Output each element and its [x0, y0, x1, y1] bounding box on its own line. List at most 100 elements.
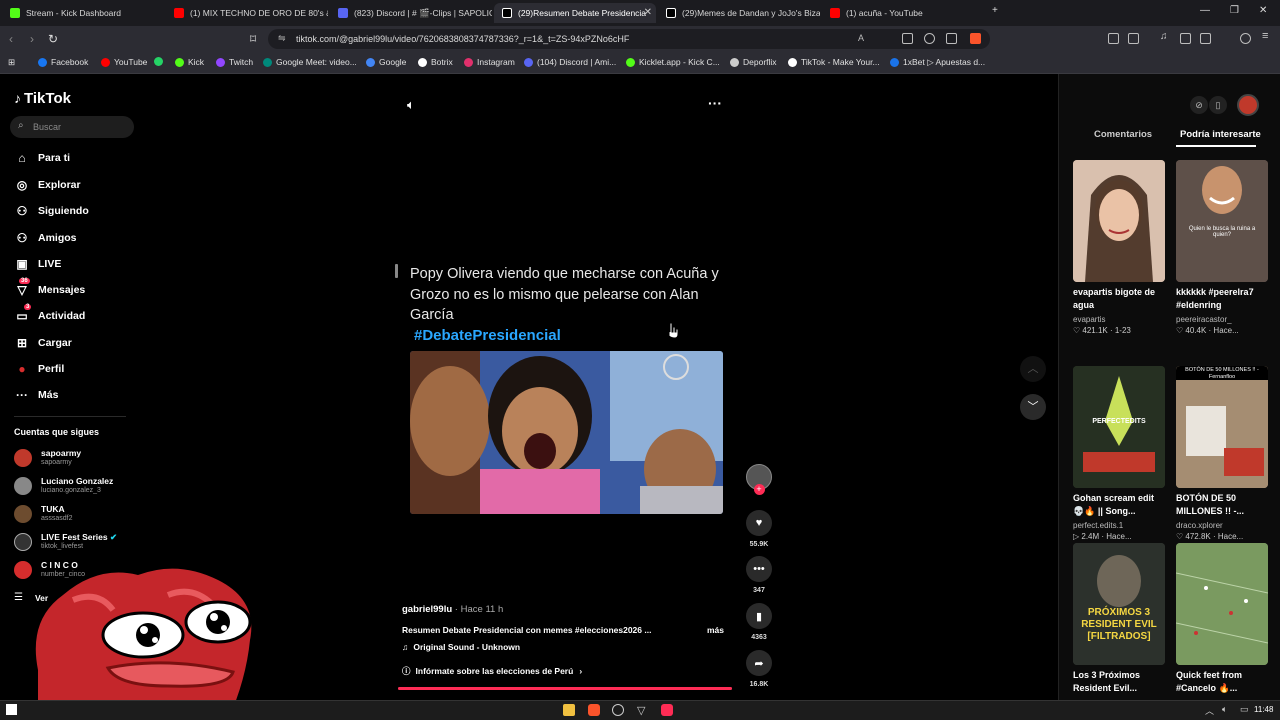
- share-arrow-icon[interactable]: ➦: [746, 650, 772, 676]
- follow-plus-icon[interactable]: +: [753, 484, 765, 495]
- suggested-video-card[interactable]: PRÓXIMOS 3 RESIDENT EVIL [FILTRADOS] Los…: [1073, 543, 1165, 695]
- nav-live[interactable]: ▣ LIVE: [14, 257, 61, 271]
- tab-tiktok-memes[interactable]: (29)Memes de Dandan y JoJo's Bizar: [658, 3, 820, 23]
- nav-para-ti[interactable]: ⌂ Para ti: [14, 151, 70, 165]
- reader-icon[interactable]: [1200, 33, 1211, 44]
- clock[interactable]: 11:48: [1254, 705, 1273, 714]
- tab-youtube-acuna[interactable]: (1) acuña - YouTube: [822, 3, 984, 23]
- compass-icon[interactable]: ⊘: [1190, 96, 1208, 114]
- extensions-icon[interactable]: [1108, 33, 1119, 44]
- election-info-link[interactable]: ⓘ Infórmate sobre las elecciones de Perú ›: [402, 665, 582, 677]
- nav-cargar[interactable]: ⊞ Cargar: [14, 336, 72, 350]
- volume-tray-icon[interactable]: 🔈︎: [1222, 704, 1227, 715]
- network-icon[interactable]: ▭: [1240, 704, 1249, 715]
- creator-avatar-button[interactable]: +: [746, 464, 772, 495]
- cast-icon[interactable]: [902, 33, 913, 44]
- bookmark-icon[interactable]: ▮: [746, 603, 772, 629]
- share-icon[interactable]: [946, 33, 957, 44]
- bookmark-tiktok[interactable]: TikTok - Make Your...: [788, 57, 880, 67]
- apps-grid-icon[interactable]: ⊞: [8, 57, 15, 68]
- nav-actividad[interactable]: ▭ Actividad 3: [14, 304, 85, 323]
- tiktok-logo[interactable]: ♪ TikTok: [14, 90, 71, 107]
- nav-mensajes[interactable]: ▽ Mensajes 36: [14, 278, 85, 297]
- more-button[interactable]: más: [707, 625, 724, 635]
- close-icon[interactable]: ✕: [644, 7, 652, 18]
- previous-video-button[interactable]: ︿: [1020, 356, 1046, 382]
- suggested-video-card[interactable]: BOTÓN DE 50 MILLONES !! - Fernanfloo BOT…: [1176, 366, 1268, 541]
- tiktok-app-icon[interactable]: [661, 704, 673, 716]
- followed-account[interactable]: LIVE Fest Series ✔ tiktok_livefest: [14, 532, 117, 551]
- tab-podria-interesarte[interactable]: Podría interesarte: [1180, 129, 1261, 140]
- author-link[interactable]: gabriel99lu: [402, 604, 452, 615]
- minimize-icon[interactable]: —: [1200, 5, 1210, 16]
- bookmark-facebook[interactable]: Facebook: [38, 57, 88, 67]
- translate-icon[interactable]: A: [858, 33, 869, 44]
- close-window-icon[interactable]: ✕: [1259, 5, 1267, 16]
- tab-kick-dashboard[interactable]: Stream - Kick Dashboard: [2, 3, 164, 23]
- save-action[interactable]: ▮ 4363: [746, 603, 772, 641]
- bookmark-1xbet[interactable]: 1xBet ▷ Apuestas d...: [890, 57, 985, 68]
- new-tab-icon[interactable]: +: [992, 5, 998, 16]
- suggested-video-card[interactable]: PERFECTEDITS Gohan scream edit 💀🔥 || Son…: [1073, 366, 1165, 541]
- wallet-icon[interactable]: [1128, 33, 1139, 44]
- url-field[interactable]: ⇋ tiktok.com/@gabriel99lu/video/76206838…: [268, 29, 990, 49]
- bookmark-twitch[interactable]: Twitch: [216, 57, 253, 67]
- bookmark-botrix[interactable]: Botrix: [418, 57, 453, 67]
- windows-start-icon[interactable]: [6, 704, 17, 715]
- music-icon[interactable]: ♫: [1160, 31, 1171, 42]
- tab-youtube-mix[interactable]: (1) MIX TECHNO DE ORO DE 80's &: [166, 3, 328, 23]
- bookmark-discord[interactable]: (104) Discord | Ami...: [524, 57, 616, 67]
- device-icon[interactable]: ▯: [1209, 96, 1227, 114]
- bookmark-kick[interactable]: Kick: [175, 57, 204, 67]
- valorant-icon[interactable]: ▽: [637, 704, 645, 717]
- menu-icon[interactable]: ≡: [1262, 30, 1273, 42]
- suggested-video-card[interactable]: Quien le busca la ruina a quien? kkkkkk …: [1176, 160, 1268, 335]
- followed-account[interactable]: sapoarmy sapoarmy: [14, 448, 81, 467]
- tab-discord[interactable]: (823) Discord | # 🎬-Clips | SAPOLIOS: [330, 3, 492, 23]
- forward-icon[interactable]: ›: [30, 32, 34, 46]
- heart-icon[interactable]: ♥: [746, 510, 772, 536]
- volume-icon[interactable]: 🔈︎: [407, 97, 415, 113]
- back-icon[interactable]: ‹: [9, 32, 13, 46]
- comment-icon[interactable]: •••: [746, 556, 772, 582]
- bookmark-deporflix[interactable]: Deporflix: [730, 57, 777, 67]
- like-action[interactable]: ♥ 55.9K: [746, 510, 772, 548]
- followed-account[interactable]: Luciano Gonzalez luciano.gonzalez_3: [14, 476, 113, 495]
- bookmark-whatsapp[interactable]: [154, 57, 167, 66]
- suggested-video-card[interactable]: evapartis bigote de agua evapartis ♡ 421…: [1073, 160, 1165, 335]
- tab-comentarios[interactable]: Comentarios: [1094, 129, 1152, 140]
- file-explorer-icon[interactable]: [563, 704, 575, 716]
- restore-icon[interactable]: ❐: [1230, 5, 1239, 16]
- vpn-icon[interactable]: [1240, 33, 1251, 44]
- hashtag-link[interactable]: #DebatePresidencial: [414, 327, 561, 344]
- obs-icon[interactable]: [612, 704, 624, 716]
- nav-perfil[interactable]: ● Perfil: [14, 362, 64, 376]
- search-input[interactable]: ⌕ Buscar: [10, 116, 134, 138]
- brave-shield-icon[interactable]: [970, 33, 981, 44]
- nav-mas[interactable]: ··· Más: [14, 388, 58, 402]
- nav-amigos[interactable]: ⚇ Amigos: [14, 231, 77, 245]
- nav-explorar[interactable]: ◎ Explorar: [14, 178, 81, 192]
- bookmark-icon[interactable]: ⌑: [250, 32, 256, 46]
- brave-browser-icon[interactable]: [588, 704, 600, 716]
- bookmark-google-meet[interactable]: Google Meet: video...: [263, 57, 357, 67]
- bookmark-instagram[interactable]: Instagram: [464, 57, 515, 67]
- followed-account[interactable]: TUKA asssasdf2: [14, 504, 73, 523]
- next-video-button[interactable]: ﹀: [1020, 394, 1046, 420]
- sidebar-icon[interactable]: [1180, 33, 1191, 44]
- video-thumbnail[interactable]: [410, 351, 723, 514]
- suggested-video-card[interactable]: Quick feet from #Cancelo 🔥...: [1176, 543, 1268, 695]
- profile-avatar[interactable]: [1237, 94, 1259, 116]
- share-action[interactable]: ➦ 16.8K: [746, 650, 772, 688]
- sound-link[interactable]: ♫ Original Sound - Unknown: [402, 642, 520, 652]
- nav-siguiendo[interactable]: ⚇ Siguiendo: [14, 204, 89, 218]
- bookmark-kicklet[interactable]: Kicklet.app - Kick C...: [626, 57, 720, 67]
- tab-tiktok-active[interactable]: (29)Resumen Debate Presidencia ✕: [494, 3, 656, 23]
- bookmark-google[interactable]: Google: [366, 57, 406, 67]
- video-progress-track[interactable]: [398, 687, 732, 690]
- more-options-icon[interactable]: ···: [708, 95, 722, 111]
- comment-action[interactable]: ••• 347: [746, 556, 772, 594]
- tray-chevron-icon[interactable]: ︿: [1205, 704, 1214, 717]
- bookmark-youtube[interactable]: YouTube: [101, 57, 147, 67]
- site-info-icon[interactable]: ⇋: [278, 33, 286, 44]
